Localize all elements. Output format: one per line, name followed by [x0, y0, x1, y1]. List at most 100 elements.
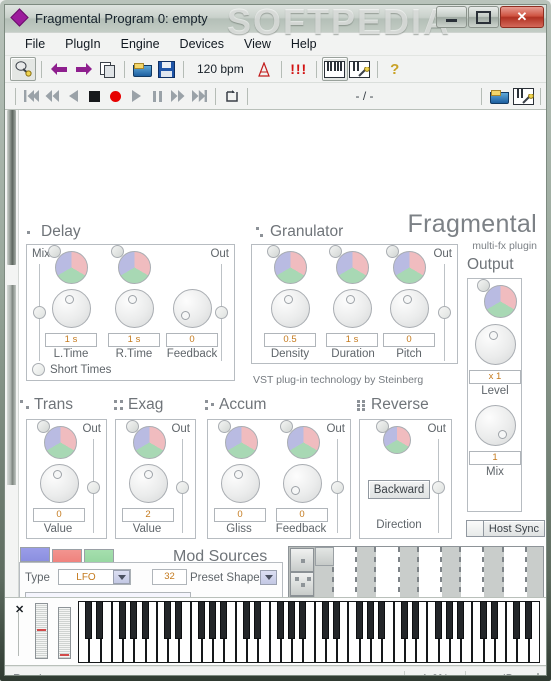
piano-black-key[interactable]	[242, 601, 250, 640]
pitch-bend-wheel[interactable]	[35, 603, 48, 659]
delay-ltime-modpie[interactable]	[48, 245, 88, 284]
keyboard-small-slider[interactable]	[18, 612, 19, 656]
delay-rtime-knob[interactable]	[115, 289, 154, 328]
piano-black-key[interactable]	[96, 601, 104, 640]
minimize-button[interactable]	[436, 6, 467, 28]
piano-black-key[interactable]	[130, 601, 138, 640]
help-icon[interactable]: ?	[383, 58, 407, 80]
mod-dot[interactable]	[48, 245, 61, 258]
piano-black-key[interactable]	[85, 601, 93, 640]
rewind-button[interactable]	[42, 86, 63, 106]
plugin-scrollbar[interactable]	[5, 110, 19, 597]
scrollbar-thumb-lower[interactable]	[7, 285, 16, 485]
piano-black-key[interactable]	[457, 601, 465, 640]
mod-dot[interactable]	[477, 279, 490, 292]
piano-black-key[interactable]	[276, 601, 284, 640]
right-arrow-icon[interactable]	[71, 58, 95, 80]
menu-item-devices[interactable]: Devices	[170, 35, 234, 53]
piano-black-key[interactable]	[299, 601, 307, 640]
accum-out-slider[interactable]	[331, 439, 344, 533]
piano-black-key[interactable]	[119, 601, 126, 640]
granulator-duration-value[interactable]: 1 s	[326, 333, 378, 347]
delay-rtime-modpie[interactable]	[111, 245, 151, 284]
accum-gliss-knob[interactable]	[221, 464, 260, 503]
copy-icon[interactable]	[95, 58, 119, 80]
exag-out-slider[interactable]	[176, 439, 189, 533]
output-level-knob[interactable]	[475, 324, 516, 365]
mod-type-combo[interactable]: LFO	[58, 569, 131, 585]
piano-black-key[interactable]	[513, 601, 521, 640]
granulator-duration-knob[interactable]	[333, 289, 372, 328]
accum-feedback-modpie[interactable]	[280, 420, 320, 459]
mod-dot[interactable]	[329, 245, 342, 258]
pause-button[interactable]	[147, 86, 168, 106]
granulator-out-slider[interactable]	[438, 264, 451, 361]
wrench-icon[interactable]	[10, 57, 36, 81]
piano-black-key[interactable]	[524, 601, 532, 640]
piano-black-key[interactable]	[434, 601, 442, 640]
exag-value-modpie[interactable]	[126, 420, 166, 459]
menu-item-engine[interactable]: Engine	[111, 35, 170, 53]
accum-feedback-value[interactable]: 0	[276, 508, 328, 522]
menu-item-view[interactable]: View	[234, 35, 281, 53]
output-mix-knob[interactable]	[475, 405, 516, 446]
menu-item-help[interactable]: Help	[281, 35, 327, 53]
piano-black-key[interactable]	[490, 601, 498, 640]
reverse-direction-button[interactable]: Backward	[368, 480, 430, 499]
dice-button-2[interactable]	[290, 572, 314, 596]
close-keyboard-icon[interactable]: ✕	[15, 603, 24, 616]
save-disk-icon[interactable]	[154, 58, 178, 80]
piano-black-key[interactable]	[220, 601, 228, 640]
reverse-direction-modpie[interactable]	[376, 420, 411, 454]
mod-dot[interactable]	[267, 245, 280, 258]
accum-feedback-knob[interactable]	[283, 464, 322, 503]
chevron-down-icon[interactable]	[113, 570, 130, 584]
piano-black-key[interactable]	[411, 601, 419, 640]
tempo-display[interactable]: 120 bpm	[189, 62, 252, 76]
step-back-button[interactable]	[63, 86, 84, 106]
granulator-pitch-knob[interactable]	[390, 289, 429, 328]
fast-forward-button[interactable]	[168, 86, 189, 106]
mod-tab-1[interactable]	[20, 547, 50, 562]
left-arrow-icon[interactable]	[47, 58, 71, 80]
mod-dot[interactable]	[126, 420, 139, 433]
dice-button-1[interactable]	[290, 548, 314, 572]
delay-rtime-value[interactable]: 1 s	[108, 333, 160, 347]
piano-black-key[interactable]	[400, 601, 408, 640]
resize-grip[interactable]	[528, 672, 542, 675]
exag-value-field[interactable]: 2	[122, 508, 174, 522]
keyboard-setup-icon[interactable]	[348, 58, 372, 80]
scrollbar-thumb[interactable]	[7, 110, 16, 265]
granulator-duration-modpie[interactable]	[329, 245, 369, 284]
mod-dot[interactable]	[376, 420, 389, 433]
piano-black-key[interactable]	[445, 601, 453, 640]
reverse-out-slider[interactable]	[432, 439, 445, 533]
mod-dot[interactable]	[37, 420, 50, 433]
output-level-modpie[interactable]	[477, 279, 517, 318]
record-button[interactable]	[105, 86, 126, 106]
play-button[interactable]	[126, 86, 147, 106]
panic-icon[interactable]: !!!	[287, 58, 311, 80]
piano-black-key[interactable]	[164, 601, 172, 640]
piano-black-key[interactable]	[333, 601, 341, 640]
output-level-value[interactable]: x 1	[469, 370, 521, 384]
rewind-to-start-button[interactable]	[21, 86, 42, 106]
mod-dot[interactable]	[111, 245, 124, 258]
loop-icon[interactable]	[221, 86, 242, 106]
trans-value-field[interactable]: 0	[33, 508, 85, 522]
piano-black-key[interactable]	[366, 601, 374, 640]
menu-item-plugin[interactable]: PlugIn	[55, 35, 110, 53]
piano-black-key[interactable]	[209, 601, 217, 640]
keyboard-setup-icon[interactable]	[511, 85, 535, 107]
trans-value-knob[interactable]	[40, 464, 79, 503]
accum-gliss-modpie[interactable]	[218, 420, 258, 459]
delay-ltime-value[interactable]: 1 s	[45, 333, 97, 347]
granulator-pitch-value[interactable]: 0	[383, 333, 435, 347]
stop-button[interactable]	[84, 86, 105, 106]
granulator-density-value[interactable]: 0.5	[264, 333, 316, 347]
granulator-density-knob[interactable]	[271, 289, 310, 328]
exag-value-knob[interactable]	[129, 464, 168, 503]
piano-black-key[interactable]	[254, 601, 262, 640]
open-folder-icon[interactable]	[487, 85, 511, 107]
delay-feedback-knob[interactable]	[173, 289, 212, 328]
